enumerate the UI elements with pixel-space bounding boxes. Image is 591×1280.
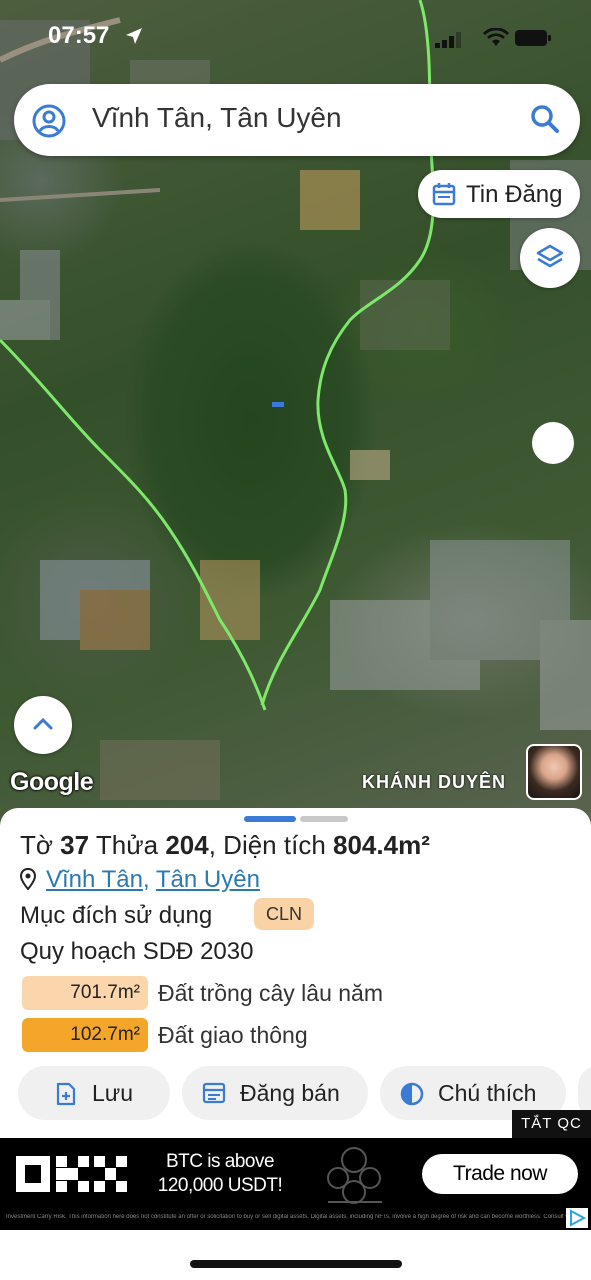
save-button[interactable]: Lưu — [18, 1066, 170, 1120]
search-bar[interactable]: Vĩnh Tân, Tân Uyên — [14, 84, 580, 156]
land-use-label: Đất giao thông — [158, 1022, 308, 1048]
assistive-touch-button[interactable] — [532, 422, 574, 464]
location-arrow-icon — [126, 28, 142, 44]
okx-logo — [16, 1156, 127, 1192]
battery-icon — [515, 30, 551, 46]
expand-button[interactable] — [14, 696, 72, 754]
location-pin-icon — [19, 867, 37, 891]
legend-label: Chú thích — [438, 1080, 537, 1106]
search-query[interactable]: Vĩnh Tân, Tân Uyên — [92, 102, 342, 134]
sheet-handle-active[interactable] — [244, 816, 296, 822]
calendar-icon — [432, 183, 456, 206]
ward-link[interactable]: Vĩnh Tân — [46, 866, 143, 893]
ad-headline: BTC is above 120,000 USDT! — [157, 1151, 283, 1196]
save-label: Lưu — [92, 1080, 133, 1106]
bitcoin-coins-icon — [327, 1147, 382, 1204]
status-time: 07:57 — [48, 22, 110, 49]
watermark-avatar — [526, 744, 582, 800]
layers-icon — [536, 244, 564, 268]
tin-dang-label: Tin Đăng — [466, 181, 563, 208]
plot-number: 204 — [165, 830, 209, 860]
plan-label: Quy hoạch SDĐ 2030 — [20, 938, 254, 965]
google-logo: Google — [10, 768, 94, 796]
tin-dang-button[interactable]: Tin Đăng — [418, 170, 580, 218]
area-value: 804.4m² — [333, 830, 430, 860]
sheet-handle[interactable] — [300, 816, 348, 822]
close-ads-button[interactable]: TẮT QC — [512, 1110, 591, 1138]
add-file-icon — [56, 1082, 76, 1106]
land-use-area-badge: 701.7m² — [22, 976, 148, 1010]
parcel-info-sheet: Tờ 37 Thửa 204, Diện tích 804.4m² Vĩnh T… — [0, 808, 591, 1138]
layers-button[interactable] — [520, 228, 580, 288]
watermark-text: KHÁNH DUYÊN — [362, 772, 507, 792]
parcel-title: Tờ 37 Thửa 204, Diện tích 804.4m² — [20, 830, 430, 860]
adchoices-icon[interactable] — [566, 1208, 588, 1228]
ad-disclaimer: Investment Carry Risk. This information … — [6, 1214, 566, 1220]
contrast-icon — [400, 1082, 424, 1106]
district-link[interactable]: Tân Uyên — [156, 866, 260, 893]
land-use-area-badge: 102.7m² — [22, 1018, 148, 1052]
profile-icon[interactable] — [32, 104, 66, 138]
ad-banner[interactable]: BTC is above 120,000 USDT! Trade now Inv… — [0, 1138, 591, 1230]
parcel-address: Vĩnh Tân, Tân Uyên — [19, 866, 260, 894]
listing-icon — [202, 1082, 226, 1104]
signal-icon — [435, 32, 461, 48]
post-sale-button[interactable]: Đăng bán — [182, 1066, 368, 1120]
wifi-icon — [483, 28, 509, 46]
status-bar: 07:57 — [0, 22, 591, 58]
purpose-label: Mục đích sử dụng — [20, 902, 213, 929]
chevron-up-icon — [33, 717, 53, 730]
search-icon[interactable] — [530, 104, 560, 134]
purpose-code-badge: CLN — [254, 898, 314, 930]
home-indicator[interactable] — [190, 1260, 402, 1268]
sheet-number: 37 — [60, 830, 90, 860]
trade-now-button[interactable]: Trade now — [422, 1154, 578, 1194]
post-sale-label: Đăng bán — [240, 1080, 340, 1106]
land-use-label: Đất trồng cây lâu năm — [158, 980, 384, 1006]
